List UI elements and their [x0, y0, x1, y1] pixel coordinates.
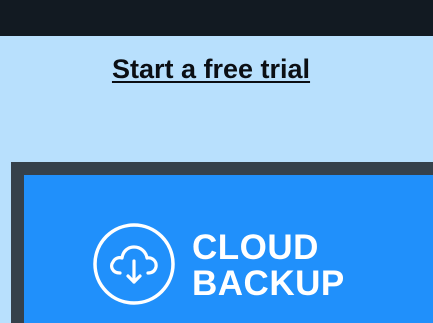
cloud-download-icon — [93, 223, 175, 305]
card-title-line-2: BACKUP — [192, 264, 345, 303]
top-navigation-bar — [0, 0, 433, 36]
card-title-line-1: CLOUD — [192, 228, 319, 267]
card-title: CLOUD BACKUP — [192, 230, 345, 302]
start-free-trial-link[interactable]: Start a free trial — [0, 54, 422, 85]
